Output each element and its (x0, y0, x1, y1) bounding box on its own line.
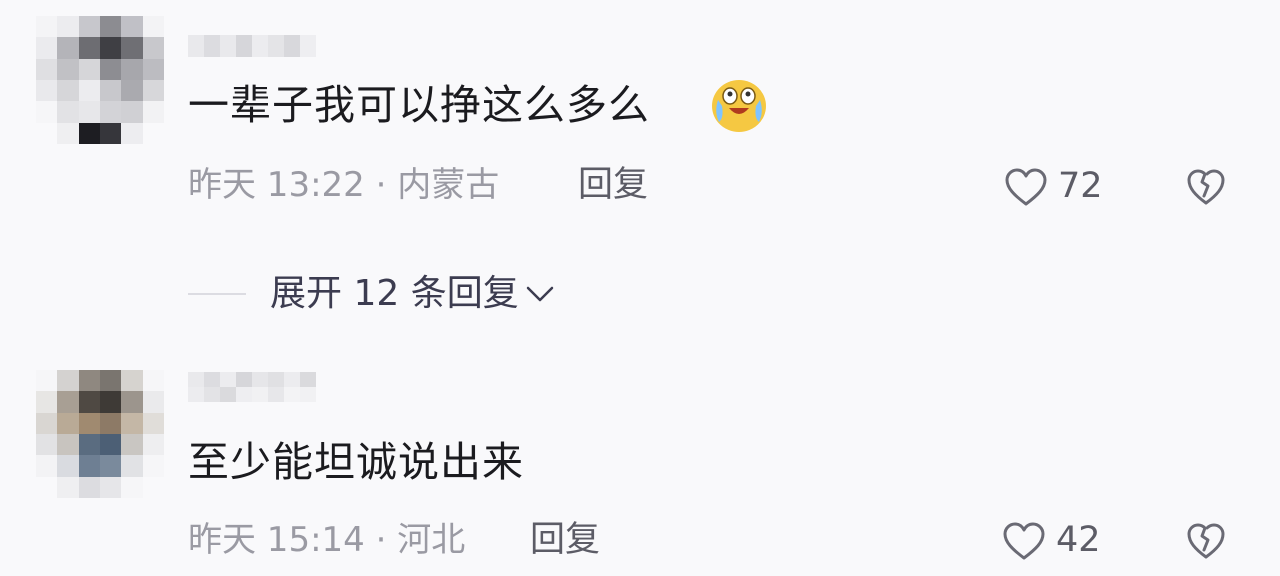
like-count: 72 (1058, 166, 1103, 206)
divider (188, 293, 246, 295)
chevron-down-icon (526, 286, 553, 302)
expand-replies-button[interactable]: 展开 12 条回复 (270, 276, 557, 312)
crying-laughing-emoji (712, 80, 766, 132)
heart-icon[interactable] (1004, 167, 1048, 207)
comment-text: 一辈子我可以挣这么多么 (188, 81, 650, 129)
broken-heart-icon[interactable] (1186, 168, 1226, 206)
like-count: 42 (1056, 520, 1101, 560)
comment-meta: 昨天 13:22 · 内蒙古 (188, 165, 500, 205)
reply-button[interactable]: 回复 (530, 523, 600, 558)
expand-replies-label: 展开 12 条回复 (270, 273, 519, 314)
username[interactable] (188, 35, 316, 57)
comment-text: 至少能坦诚说出来 (188, 438, 524, 486)
avatar[interactable] (36, 16, 164, 144)
avatar[interactable] (36, 370, 164, 498)
comment-meta: 昨天 15:14 · 河北 (188, 520, 466, 560)
username[interactable] (188, 372, 316, 402)
broken-heart-icon[interactable] (1186, 522, 1226, 560)
heart-icon[interactable] (1002, 521, 1046, 561)
reply-button[interactable]: 回复 (578, 168, 648, 203)
